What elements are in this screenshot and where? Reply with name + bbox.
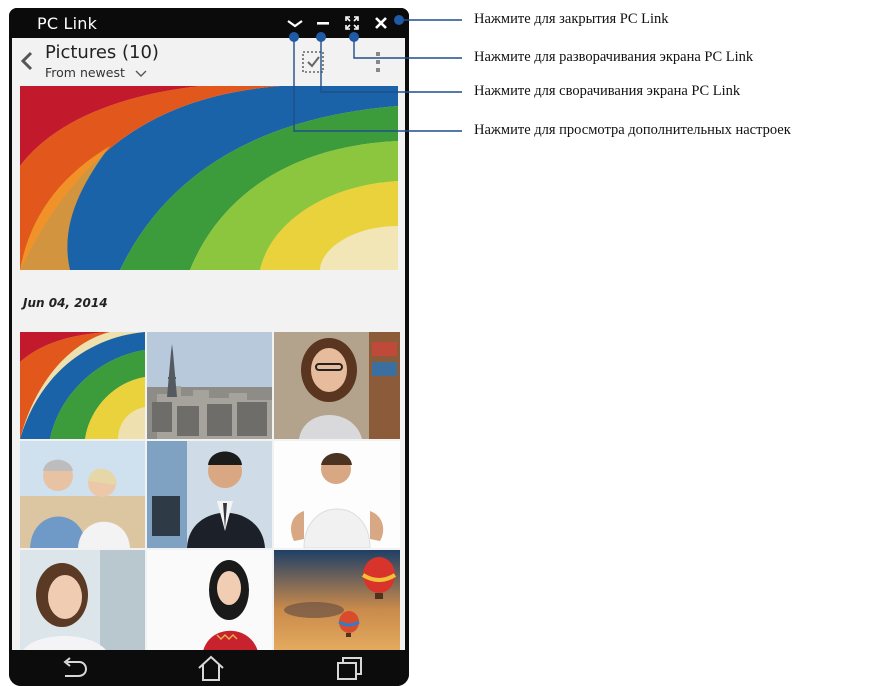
pc-link-window: PC Link Pictures (10) From newest Jun 04…	[9, 8, 409, 686]
back-icon[interactable]	[59, 654, 89, 686]
back-arrow-icon[interactable]	[18, 50, 36, 77]
thumbnail-senior-couple[interactable]	[20, 441, 145, 548]
recent-apps-icon[interactable]	[334, 654, 364, 686]
annotation-more-settings: Нажмите для просмотра дополнительных нас…	[474, 122, 791, 138]
multi-select-icon[interactable]	[301, 50, 325, 79]
maximize-icon[interactable]	[342, 14, 362, 32]
date-header: Jun 04, 2014	[23, 296, 108, 310]
thumbnail-paris[interactable]	[147, 332, 272, 439]
navigation-bar	[9, 650, 409, 686]
phone-screen: Pictures (10) From newest Jun 04, 2014	[12, 38, 405, 650]
window-title: PC Link	[37, 14, 98, 33]
overflow-menu-icon[interactable]	[374, 50, 382, 79]
featured-photo[interactable]	[20, 86, 398, 270]
close-icon[interactable]	[371, 14, 391, 32]
annotation-maximize: Нажмите для разворачивания экрана PC Lin…	[474, 49, 754, 65]
thumbnail-woman-smiling[interactable]	[20, 550, 145, 650]
annotation-close: Нажмите для закрытия PC Link	[474, 11, 669, 27]
sort-label: From newest	[45, 65, 125, 80]
title-bar: PC Link	[9, 8, 409, 38]
thumbnail-man-tshirt[interactable]	[274, 441, 400, 548]
home-icon[interactable]	[196, 654, 226, 686]
thumbnail-grid	[20, 332, 400, 650]
chevron-down-icon[interactable]	[285, 14, 305, 32]
thumbnail-businessman[interactable]	[147, 441, 272, 548]
thumbnail-woman-glasses[interactable]	[274, 332, 400, 439]
thumbnail-hot-air-balloons[interactable]	[274, 550, 400, 650]
thumbnail-colorful-paper[interactable]	[20, 332, 145, 439]
minimize-icon[interactable]	[313, 14, 333, 32]
gallery-app-bar: Pictures (10) From newest	[12, 38, 405, 86]
chevron-down-icon	[135, 66, 147, 81]
annotation-minimize: Нажмите для сворачивания экрана PC Link	[474, 83, 741, 99]
thumbnail-woman-red-dress[interactable]	[147, 550, 272, 650]
album-title: Pictures (10)	[45, 42, 159, 63]
sort-dropdown[interactable]: From newest	[45, 65, 147, 81]
